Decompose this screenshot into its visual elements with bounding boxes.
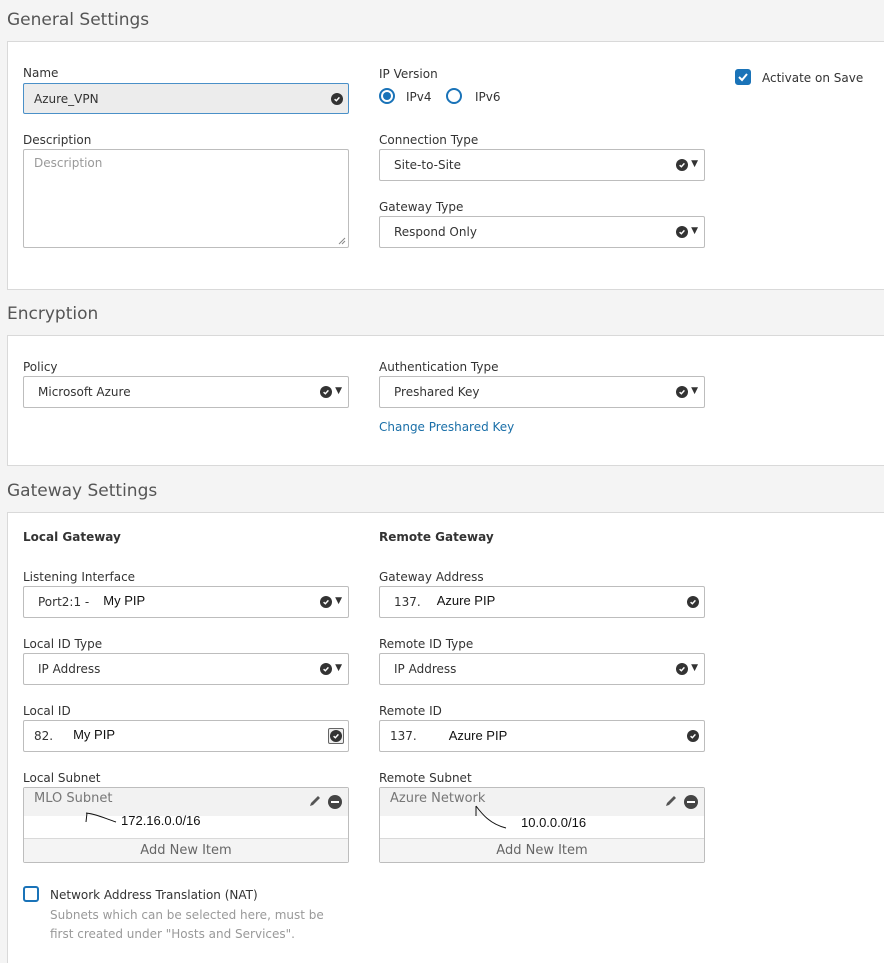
check-circle-icon (676, 386, 688, 398)
pencil-icon[interactable] (308, 794, 322, 808)
check-circle-icon (687, 596, 699, 608)
description-label: Description (23, 133, 92, 147)
gateway-type-value: Respond Only (394, 225, 477, 239)
remote-gateway-heading: Remote Gateway (379, 530, 494, 544)
activate-checkbox[interactable] (735, 69, 751, 85)
caret-down-icon: ▼ (691, 663, 698, 673)
check-circle-icon (320, 663, 332, 675)
remote-id-input[interactable]: 137. Azure PIP (379, 720, 705, 752)
ipv4-radio[interactable] (379, 88, 395, 104)
encryption-title: Encryption (7, 304, 99, 324)
change-preshared-key-link[interactable]: Change Preshared Key (379, 420, 514, 434)
local-id-input[interactable]: 82. My PIP (23, 720, 349, 752)
remote-id-label: Remote ID (379, 704, 442, 718)
gateway-address-label: Gateway Address (379, 570, 484, 584)
minus-circle-icon[interactable] (684, 795, 698, 809)
remote-add-new-item-button[interactable]: Add New Item (380, 838, 704, 862)
local-gateway-heading: Local Gateway (23, 530, 121, 544)
nat-hint-line: Subnets which can be selected here, must… (50, 908, 324, 922)
local-add-new-item-button[interactable]: Add New Item (24, 838, 348, 862)
name-input-value: Azure_VPN (34, 91, 99, 106)
general-settings-title: General Settings (7, 10, 150, 30)
gateway-type-select[interactable]: Respond Only ▼ (379, 216, 705, 248)
listening-interface-label: Listening Interface (23, 570, 136, 584)
connection-type-value: Site-to-Site (394, 158, 462, 172)
auth-type-value: Preshared Key (394, 385, 480, 399)
listening-interface-value: Port2:1 - (38, 595, 90, 609)
ip-version-label: IP Version (379, 67, 438, 81)
caret-down-icon: ▼ (691, 386, 698, 396)
policy-label: Policy (23, 360, 58, 374)
nat-hint: Subnets which can be selected here, must… (50, 906, 324, 944)
check-circle-icon (330, 730, 342, 742)
check-circle-icon (331, 93, 343, 105)
nat-checkbox[interactable] (23, 886, 39, 902)
remote-id-value: 137. (390, 729, 417, 743)
pencil-icon[interactable] (664, 794, 678, 808)
remote-id-type-label: Remote ID Type (379, 637, 474, 651)
remote-id-annotation: Azure PIP (448, 727, 508, 743)
local-subnet-item: MLO Subnet (34, 791, 113, 806)
local-subnet-label: Local Subnet (23, 771, 101, 785)
local-id-type-select[interactable]: IP Address ▼ (23, 653, 349, 685)
description-placeholder: Description (34, 156, 103, 170)
gateway-type-label: Gateway Type (379, 200, 464, 214)
caret-down-icon: ▼ (691, 159, 698, 169)
connection-type-label: Connection Type (379, 133, 479, 147)
listening-interface-select[interactable]: Port2:1 - My PIP ▼ (23, 586, 349, 618)
policy-value: Microsoft Azure (38, 385, 131, 399)
auth-type-select[interactable]: Preshared Key ▼ (379, 376, 705, 408)
local-subnet-annotation: 172.16.0.0/16 (121, 813, 201, 828)
caret-down-icon: ▼ (691, 226, 698, 236)
check-circle-icon (676, 663, 688, 675)
remote-subnet-list: Azure Network 10.0.0.0/16 Add New Item (379, 787, 705, 863)
caret-down-icon: ▼ (335, 596, 342, 606)
calendar-icon[interactable] (328, 728, 344, 744)
gateway-settings-title: Gateway Settings (7, 481, 158, 501)
resize-handle-icon[interactable] (338, 237, 346, 245)
listening-interface-annotation: My PIP (103, 592, 146, 608)
local-id-value: 82. (34, 729, 54, 743)
check-circle-icon (687, 730, 699, 742)
ipv6-radio[interactable] (446, 88, 462, 104)
connection-type-select[interactable]: Site-to-Site ▼ (379, 149, 705, 181)
description-textarea[interactable]: Description (23, 149, 349, 248)
check-circle-icon (676, 159, 688, 171)
nat-hint-line: first created under "Hosts and Services"… (50, 927, 295, 941)
ipv4-label: IPv4 (406, 90, 432, 104)
nat-label: Network Address Translation (NAT) (50, 888, 258, 902)
name-label: Name (23, 66, 59, 80)
checkmark-icon (738, 73, 748, 82)
gateway-address-value: 137. (394, 595, 421, 609)
caret-down-icon: ▼ (335, 386, 342, 396)
local-subnet-list: MLO Subnet 172.16.0.0/16 Add New Item (23, 787, 349, 863)
activate-on-save[interactable]: Activate on Save (735, 69, 875, 87)
minus-circle-icon[interactable] (328, 795, 342, 809)
local-id-type-label: Local ID Type (23, 637, 103, 651)
caret-down-icon: ▼ (335, 663, 342, 673)
auth-type-label: Authentication Type (379, 360, 499, 374)
gateway-address-input[interactable]: 137. Azure PIP (379, 586, 705, 618)
nat-option[interactable]: Network Address Translation (NAT) (23, 886, 343, 904)
remote-subnet-label: Remote Subnet (379, 771, 472, 785)
list-item: Azure Network (380, 788, 704, 816)
remote-id-type-value: IP Address (394, 662, 457, 676)
remote-subnet-annotation: 10.0.0.0/16 (521, 815, 587, 830)
gateway-address-annotation: Azure PIP (436, 592, 496, 608)
local-id-label: Local ID (23, 704, 71, 718)
arrow-annotation-icon (475, 805, 507, 829)
check-circle-icon (320, 596, 332, 608)
activate-label: Activate on Save (762, 71, 864, 85)
list-item: MLO Subnet (24, 788, 348, 816)
ipv6-label: IPv6 (475, 90, 501, 104)
check-circle-icon (676, 226, 688, 238)
ip-version-group: IPv4 IPv6 (379, 87, 501, 107)
remote-id-type-select[interactable]: IP Address ▼ (379, 653, 705, 685)
local-id-type-value: IP Address (38, 662, 101, 676)
local-id-annotation: My PIP (73, 726, 115, 742)
policy-select[interactable]: Microsoft Azure ▼ (23, 376, 349, 408)
name-input[interactable]: Azure_VPN (23, 83, 349, 114)
check-circle-icon (320, 386, 332, 398)
